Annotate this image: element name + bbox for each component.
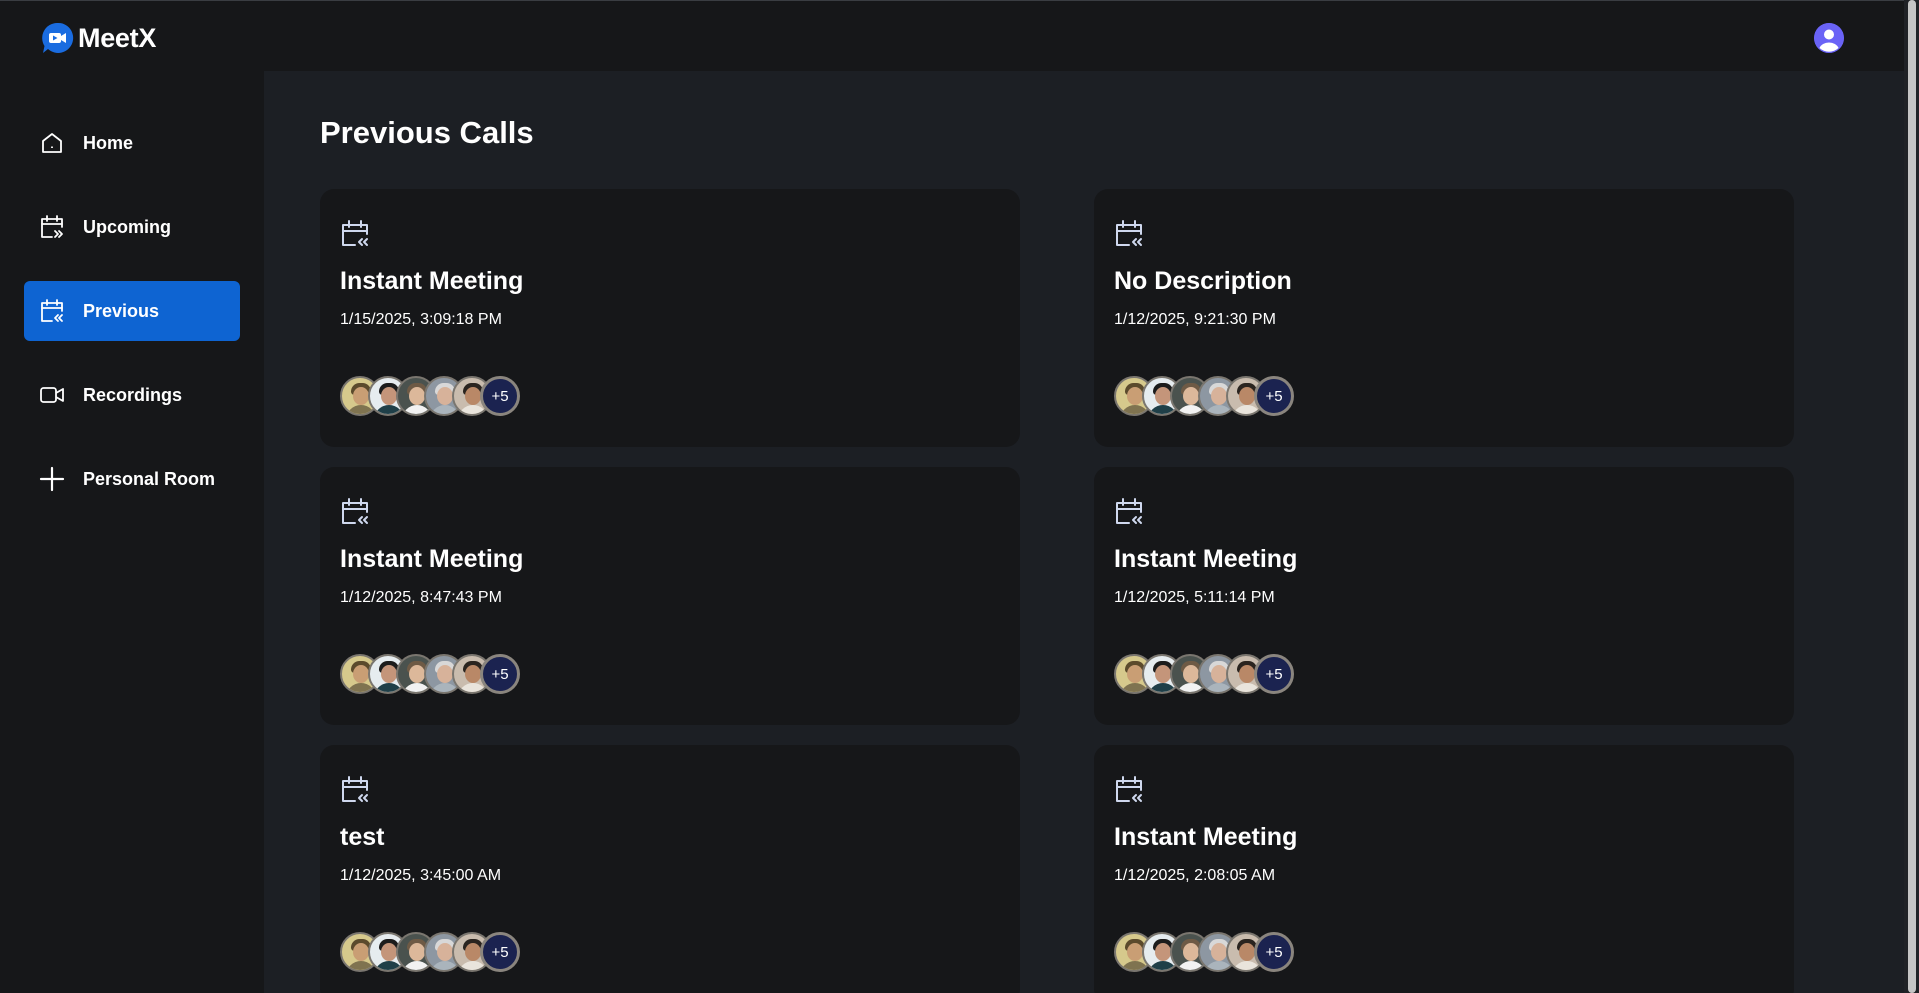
attendee-avatars: +5 [340, 932, 540, 972]
plus-icon [38, 465, 66, 493]
sidebar-item-recordings[interactable]: Recordings [24, 365, 240, 425]
sidebar-item-label: Recordings [83, 384, 183, 405]
calendar-previous-icon [1116, 498, 1142, 524]
sidebar: Home Upcoming Previous Recordings Person… [0, 71, 264, 993]
logo-icon [42, 22, 74, 53]
user-icon [1814, 23, 1844, 53]
attendee-avatars: +5 [1114, 654, 1314, 694]
call-date: 1/12/2025, 9:21:30 PM [1114, 311, 1276, 328]
more-attendees-badge: +5 [1254, 654, 1294, 694]
attendee-avatars: +5 [1114, 932, 1314, 972]
more-attendees-badge: +5 [480, 932, 520, 972]
call-date: 1/12/2025, 8:47:43 PM [340, 589, 502, 606]
sidebar-item-previous[interactable]: Previous [24, 281, 240, 341]
call-title: Instant Meeting [1114, 545, 1298, 573]
calendar-previous-icon [342, 498, 368, 524]
call-card[interactable]: test 1/12/2025, 3:45:00 AM +5 [320, 745, 1020, 993]
call-date: 1/12/2025, 2:08:05 AM [1114, 867, 1276, 884]
sidebar-item-home[interactable]: Home [24, 113, 240, 173]
calendar-previous-icon [1116, 776, 1142, 802]
page-title: Previous Calls [320, 115, 534, 150]
call-title: Instant Meeting [340, 545, 524, 573]
call-date: 1/12/2025, 5:11:14 PM [1114, 589, 1275, 606]
top-navbar: MeetX [0, 0, 1904, 71]
call-date: 1/15/2025, 3:09:18 PM [340, 311, 502, 328]
calendar-upcoming-icon [38, 213, 66, 241]
scrollbar-thumb[interactable] [1908, 0, 1916, 993]
sidebar-item-label: Home [83, 132, 134, 153]
attendee-avatars: +5 [340, 376, 540, 416]
call-card[interactable]: Instant Meeting 1/12/2025, 5:11:14 PM +5 [1094, 467, 1794, 725]
logo[interactable]: MeetX [40, 21, 156, 55]
sidebar-item-personal-room[interactable]: Personal Room [24, 449, 240, 509]
attendee-avatars: +5 [1114, 376, 1314, 416]
attendee-avatars: +5 [340, 654, 540, 694]
call-card[interactable]: Instant Meeting 1/12/2025, 2:08:05 AM +5 [1094, 745, 1794, 993]
call-card[interactable]: No Description 1/12/2025, 9:21:30 PM +5 [1094, 189, 1794, 447]
video-icon [38, 381, 66, 409]
more-attendees-badge: +5 [480, 654, 520, 694]
calendar-previous-icon [342, 776, 368, 802]
more-attendees-badge: +5 [1254, 932, 1294, 972]
user-avatar[interactable] [1814, 23, 1844, 53]
sidebar-item-label: Previous [83, 300, 160, 321]
call-title: Instant Meeting [340, 267, 524, 295]
calendar-previous-icon [342, 220, 368, 246]
main-content: Previous Calls Instant Meeting 1/15/2025… [264, 71, 1904, 993]
more-attendees-badge: +5 [480, 376, 520, 416]
more-attendees-badge: +5 [1254, 376, 1294, 416]
call-date: 1/12/2025, 3:45:00 AM [340, 867, 502, 884]
app-page: MeetX Home Upcoming Previous Recordings … [0, 0, 1919, 993]
home-icon [38, 129, 66, 157]
sidebar-item-label: Personal Room [83, 468, 216, 489]
sidebar-item-label: Upcoming [83, 216, 171, 237]
call-title: No Description [1114, 267, 1292, 295]
sidebar-item-upcoming[interactable]: Upcoming [24, 197, 240, 257]
call-card[interactable]: Instant Meeting 1/15/2025, 3:09:18 PM +5 [320, 189, 1020, 447]
calendar-previous-icon [1116, 220, 1142, 246]
call-title: test [340, 823, 385, 851]
calendar-previous-icon [38, 297, 66, 325]
scrollbar[interactable] [1904, 0, 1919, 993]
call-title: Instant Meeting [1114, 823, 1298, 851]
call-card[interactable]: Instant Meeting 1/12/2025, 8:47:43 PM +5 [320, 467, 1020, 725]
app-name: MeetX [78, 22, 157, 53]
